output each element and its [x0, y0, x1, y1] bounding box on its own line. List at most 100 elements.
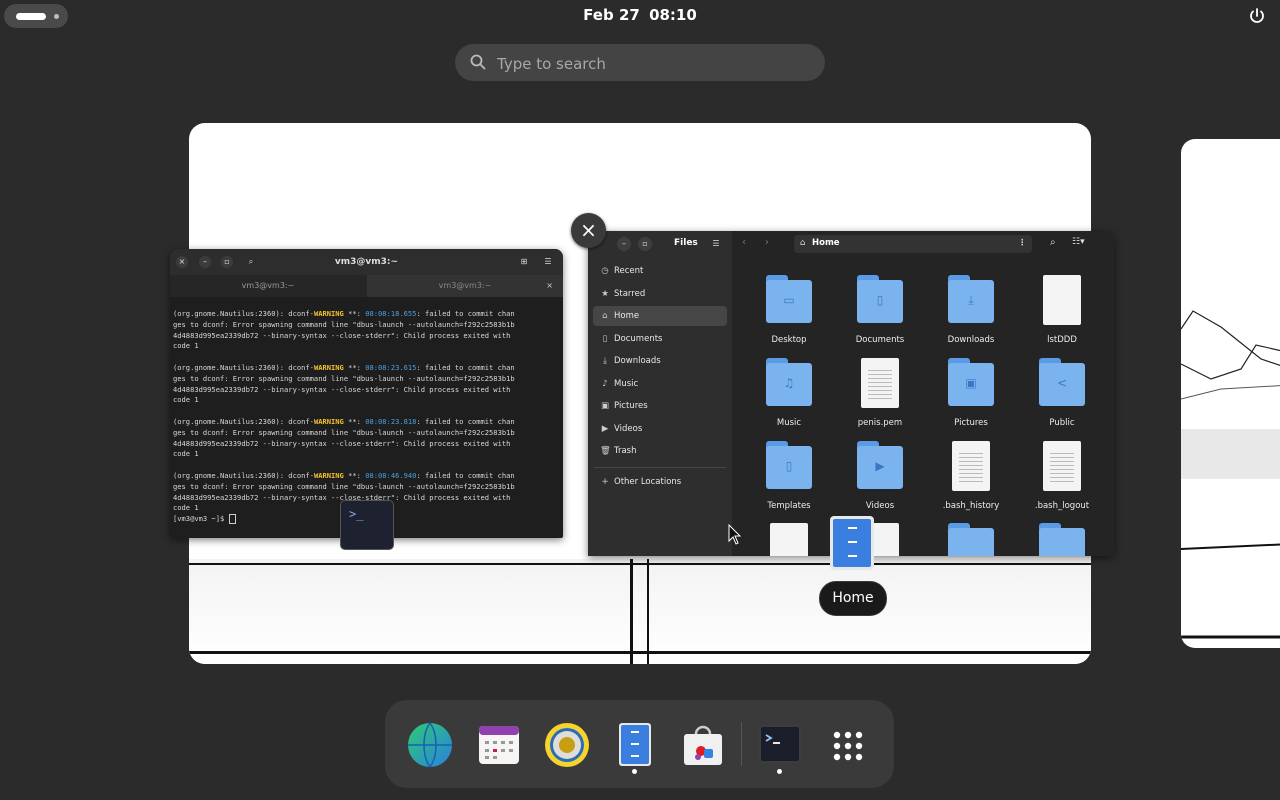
sidebar-item-label: Starred — [614, 288, 646, 299]
folder-icon: ▶ — [857, 441, 903, 489]
sidebar-item-downloads[interactable]: ⤓ Downloads — [593, 351, 727, 371]
sidebar-item-label: Home — [614, 311, 640, 321]
back-icon[interactable]: ‹ — [742, 237, 746, 248]
files-icon — [619, 723, 651, 766]
log-line: 4d4883d995ea2339db72 --binary-syntax --c… — [173, 438, 511, 448]
dock-terminal[interactable] — [757, 722, 803, 768]
tooltip: Home — [819, 581, 887, 616]
sidebar-item-trash[interactable]: 🗑 Trash — [593, 441, 727, 461]
maximize-icon[interactable]: ▫ — [638, 237, 652, 251]
close-window-button[interactable]: × — [571, 213, 606, 248]
menu-icon[interactable]: ☰ — [542, 256, 554, 268]
dock-calendar[interactable] — [476, 722, 522, 768]
log-entry: (org.gnome.Nautilus:2360): dconf-WARNING… — [173, 309, 560, 352]
file-name: Documents — [855, 335, 905, 345]
trash-icon: 🗑 — [600, 446, 611, 456]
search-input[interactable] — [495, 44, 799, 83]
wallpaper-line — [189, 563, 1091, 565]
log-line: ges to dconf: Error spawning command lin… — [173, 373, 515, 383]
search-icon — [469, 53, 487, 75]
file-name: penis.pem — [857, 418, 903, 428]
sidebar-item-starred[interactable]: ★ Starred — [593, 284, 727, 304]
sidebar-item-label: Trash — [614, 446, 637, 456]
folder-icon: < — [1039, 358, 1085, 406]
log-prefix: (org.gnome.Nautilus:2360): dconf- — [173, 309, 314, 318]
dock-rhythmbox[interactable] — [544, 722, 590, 768]
minimize-icon[interactable]: – — [617, 237, 631, 251]
folder-icon — [1039, 523, 1085, 556]
next-workspace-preview[interactable] — [1181, 139, 1280, 648]
folder-icon: ▯ — [766, 441, 812, 489]
sidebar-item-documents[interactable]: ▯ Documents — [593, 329, 727, 349]
home-icon: ⌂ — [602, 311, 608, 321]
sidebar-item-label: Videos — [614, 423, 643, 434]
sidebar-item-videos[interactable]: ▶ Videos — [593, 419, 727, 439]
log-prefix: (org.gnome.Nautilus:2360): dconf- — [173, 362, 314, 372]
sidebar-item-label: Downloads — [614, 356, 661, 366]
more-vert-icon[interactable]: ⋮ — [1018, 238, 1027, 248]
home-icon: ⌂ — [800, 238, 806, 248]
log-line: code 1 — [173, 341, 199, 351]
sidebar-item-pictures[interactable]: ▣ Pictures — [593, 396, 727, 416]
sidebar-item-home[interactable]: ⌂ Home — [593, 306, 727, 326]
terminal-tab-active[interactable]: vm3@vm3:~ × — [367, 275, 563, 297]
log-message: : failed to commit chan — [416, 416, 515, 426]
log-message: : failed to commit chan — [416, 470, 515, 480]
download-icon: ⤓ — [603, 356, 607, 366]
log-entry: (org.gnome.Nautilus:2360): dconf-WARNING… — [173, 363, 560, 406]
sidebar-item-recent[interactable]: ◷ Recent — [593, 261, 727, 281]
terminal-tab[interactable]: vm3@vm3:~ — [170, 275, 366, 297]
menu-icon[interactable]: ☰ — [709, 237, 723, 251]
file-name: Desktop — [771, 335, 807, 345]
path-bar[interactable]: ⌂ Home ⋮ — [794, 235, 1032, 253]
running-indicator — [632, 769, 637, 774]
mouse-pointer-icon — [728, 523, 742, 550]
close-tab-icon[interactable]: × — [546, 275, 553, 297]
search-bar[interactable] — [455, 44, 825, 83]
log-timestamp: 08:08:23.615 — [365, 362, 417, 372]
terminal-output[interactable]: (org.gnome.Nautilus:2360): dconf-WARNING… — [170, 297, 563, 525]
file-name: Downloads — [947, 335, 995, 345]
files-app-icon-drag[interactable] — [830, 516, 874, 570]
picture-icon: ▣ — [600, 401, 610, 411]
plus-icon: + — [601, 477, 609, 487]
clock[interactable]: Feb 27 08:10 — [0, 6, 1280, 24]
dock-software[interactable] — [680, 722, 726, 768]
forward-icon[interactable]: › — [765, 237, 769, 248]
new-tab-icon[interactable]: ⊞ — [518, 256, 530, 268]
terminal-tab-label: vm3@vm3:~ — [438, 281, 492, 290]
terminal-window[interactable]: × – ▫ ⌕ vm3@vm3:~ ⊞ ☰ vm3@vm3:~ vm3@vm3:… — [170, 249, 563, 538]
document-icon — [1043, 275, 1081, 325]
dock-web-browser[interactable] — [407, 722, 453, 768]
log-timestamp: 08:08:46.940 — [365, 470, 417, 480]
sidebar-item-label: Other Locations — [614, 477, 682, 487]
terminal-tab-bar: vm3@vm3:~ vm3@vm3:~ × — [170, 275, 563, 297]
wallpaper-line — [647, 559, 649, 664]
sidebar-item-music[interactable]: ♪ Music — [593, 374, 727, 394]
calendar-icon — [479, 726, 519, 764]
dock-separator — [741, 722, 742, 766]
dock-show-apps[interactable] — [825, 722, 871, 768]
dock-files[interactable] — [612, 722, 658, 768]
file-name: Videos — [865, 501, 895, 511]
view-options-icon[interactable]: ☷▾ — [1072, 237, 1085, 247]
log-separator: **: — [343, 416, 366, 426]
file-name: Templates — [767, 501, 811, 511]
log-line: ges to dconf: Error spawning command lin… — [173, 481, 515, 491]
sidebar-item-other-locations[interactable]: + Other Locations — [593, 472, 727, 492]
power-icon[interactable] — [1248, 7, 1266, 25]
log-line: code 1 — [173, 449, 199, 459]
search-icon[interactable]: ⌕ — [1050, 237, 1056, 248]
file-name: .bash_logout — [1034, 501, 1090, 511]
log-prefix: (org.gnome.Nautilus:2360): dconf- — [173, 416, 314, 426]
folder-icon: ▯ — [857, 275, 903, 323]
terminal-headerbar: × – ▫ ⌕ vm3@vm3:~ ⊞ ☰ — [170, 249, 563, 275]
terminal-title: vm3@vm3:~ — [334, 257, 399, 267]
files-headerbar: ‹ › ⌂ Home ⋮ ⌕ ☷▾ — [732, 231, 1114, 257]
files-window[interactable]: – ▫ Files ☰ ◷ Recent ★ Starred ⌂ Home ▯ Documen… — [588, 231, 1114, 556]
dock — [385, 700, 894, 788]
sidebar-item-label: Music — [614, 378, 639, 389]
music-player-icon — [545, 723, 589, 767]
log-level: WARNING — [313, 362, 344, 372]
file-name: Public — [1049, 418, 1075, 428]
